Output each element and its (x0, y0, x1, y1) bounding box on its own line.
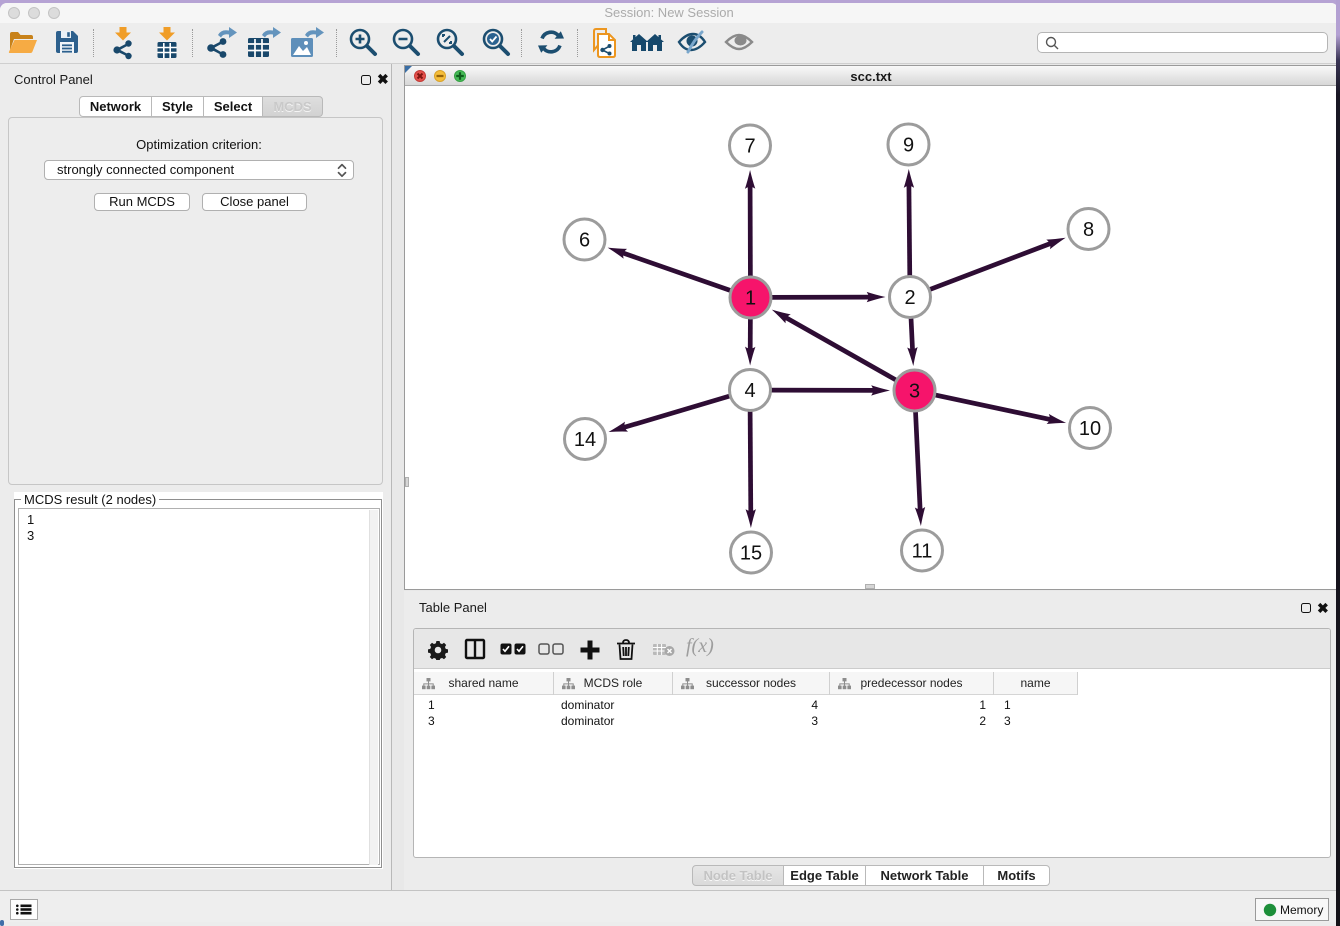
svg-text:15: 15 (740, 543, 762, 565)
svg-text:2: 2 (904, 287, 915, 309)
svg-text:9: 9 (903, 135, 914, 157)
svg-text:4: 4 (744, 380, 755, 402)
svg-text:1: 1 (745, 288, 756, 310)
svg-text:10: 10 (1079, 418, 1101, 440)
svg-text:7: 7 (744, 136, 755, 158)
svg-text:14: 14 (574, 429, 596, 451)
svg-text:11: 11 (912, 541, 933, 563)
svg-text:6: 6 (579, 230, 590, 252)
svg-text:3: 3 (909, 381, 920, 403)
svg-text:8: 8 (1083, 219, 1094, 241)
